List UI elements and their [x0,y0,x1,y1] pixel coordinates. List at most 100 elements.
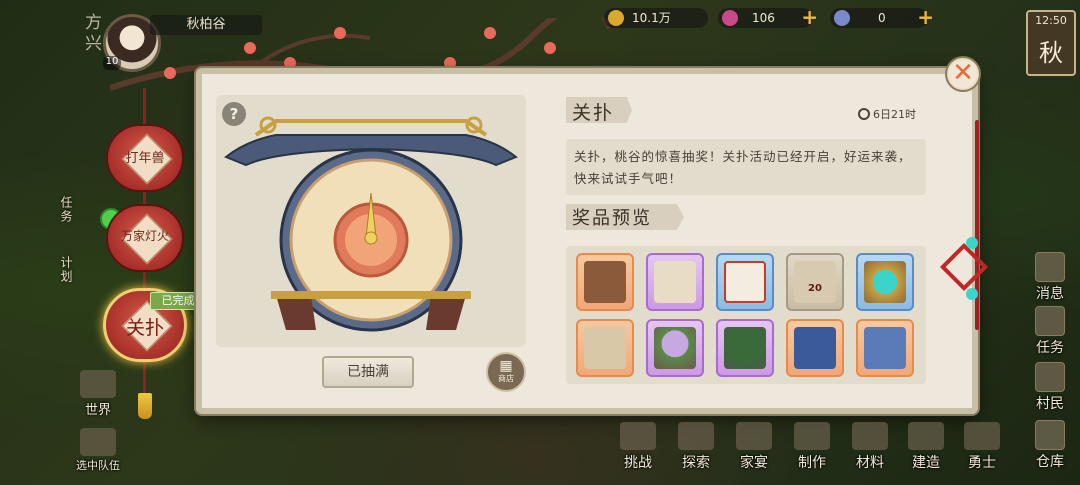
prize-item[interactable]: 20 [786,253,844,311]
orb-icon [864,261,906,303]
challenge-icon [620,422,656,450]
player-name: 秋柏谷 [150,15,262,35]
tree-icon [654,327,696,369]
resource-coin[interactable]: 10.1万 [604,8,708,28]
nav-task-label: 任务 [1036,340,1064,356]
box-icon [654,261,696,303]
nav-task[interactable]: 任务 [1028,306,1072,357]
timer-value: 6日21时 [873,108,916,121]
nav-message[interactable]: 消息 [1028,252,1072,303]
nav-team-label: 选中队伍 [76,459,120,472]
prize-item[interactable] [716,253,774,311]
nav-villager[interactable]: 村民 [1028,362,1072,413]
prize-count: 20 [808,283,822,294]
season-label: 秋 [1039,39,1063,67]
nav-material-label: 材料 [856,455,884,471]
lantern-tassel [138,393,152,419]
region-name: 方兴 [81,13,101,55]
clock-icon [858,108,870,120]
lantern-label: 万家灯火 [120,229,169,243]
resource-jade[interactable]: 106 + [718,7,818,28]
shop-button[interactable]: ▦ 商店 [486,352,526,392]
event-title: 关扑 [572,102,615,124]
add-token-plus-icon[interactable]: + [917,7,934,27]
ticket-icon [794,261,836,303]
tag-icon [584,327,626,369]
prize-item[interactable] [646,253,704,311]
team-icon [80,428,116,456]
nav-warrior[interactable]: 勇士 [956,422,1008,472]
draw-full-button[interactable]: 已抽满 [322,356,414,388]
nav-banquet[interactable]: 家宴 [728,422,780,472]
card-icon [724,261,766,303]
lantern-label: 打年兽 [125,151,165,166]
nav-challenge-label: 挑战 [624,455,652,471]
chest-icon [584,261,626,303]
message-icon [1035,252,1065,282]
jade-icon [722,10,738,26]
prize-item[interactable] [646,319,704,377]
lantern-lights[interactable]: 万家灯火 [106,204,184,272]
lantern-nian-beast[interactable]: 打年兽 [106,124,184,192]
warehouse-icon [1035,420,1065,450]
nav-material[interactable]: 材料 [844,422,896,472]
explore-icon [678,422,714,450]
shop-icon: ▦ [499,358,513,374]
resource-token[interactable]: 0 + [830,7,934,28]
side-label-plan[interactable]: 计划 [58,256,75,284]
build-icon [908,422,944,450]
nav-explore-label: 探索 [682,455,710,471]
prize-item[interactable] [576,253,634,311]
player-level: 10 [103,56,121,70]
villager-icon [1035,362,1065,392]
shop-label: 商店 [498,374,514,383]
nav-warehouse[interactable]: 仓库 [1028,420,1072,471]
nav-team[interactable]: 选中队伍 [68,428,128,473]
season-clock[interactable]: 12:50 秋 [1026,10,1076,76]
resource-token-value: 0 [878,11,886,25]
token-icon [834,10,850,26]
nav-villager-label: 村民 [1036,396,1064,412]
event-timer: 6日21时 [858,106,916,122]
nav-warehouse-label: 仓库 [1036,454,1064,470]
prize-item[interactable] [856,253,914,311]
warrior-icon [964,422,1000,450]
prize-item[interactable] [856,319,914,377]
nav-message-label: 消息 [1036,286,1064,302]
bead-decoration [966,237,978,249]
side-label-task[interactable]: 任务 [58,196,75,224]
prize-item[interactable] [716,319,774,377]
lantern-label: 关扑 [125,317,164,339]
book-icon [794,327,836,369]
drum-display [216,95,526,347]
scroll-book-icon [864,327,906,369]
task-icon [1035,306,1065,336]
shrub-icon [724,327,766,369]
coin-icon [608,10,624,26]
prize-item[interactable] [576,319,634,377]
nav-warrior-label: 勇士 [968,455,996,471]
nav-banquet-label: 家宴 [740,455,768,471]
banquet-icon [736,422,772,450]
nav-craft-label: 制作 [798,455,826,471]
world-icon [80,370,116,398]
close-button[interactable]: ✕ [945,56,981,92]
help-button[interactable]: ? [222,102,246,126]
resource-jade-value: 106 [752,11,775,25]
nav-build-label: 建造 [912,455,940,471]
nav-craft[interactable]: 制作 [786,422,838,472]
event-description: 关扑，桃谷的惊喜抽奖！关扑活动已经开启，好运来袭，快来试试手气吧！ [566,139,926,195]
nav-world-label: 世界 [84,403,111,418]
add-jade-plus-icon[interactable]: + [801,7,818,27]
gong-drum-illustration [224,116,518,332]
prize-preview-title: 奖品预览 [572,208,652,229]
nav-world[interactable]: 世界 [68,370,128,418]
resource-coin-value: 10.1万 [632,11,671,25]
nav-explore[interactable]: 探索 [670,422,722,472]
clock-time: 12:50 [1035,14,1067,27]
prize-item[interactable] [786,319,844,377]
nav-build[interactable]: 建造 [900,422,952,472]
nav-challenge[interactable]: 挑战 [612,422,664,472]
material-icon [852,422,888,450]
craft-icon [794,422,830,450]
